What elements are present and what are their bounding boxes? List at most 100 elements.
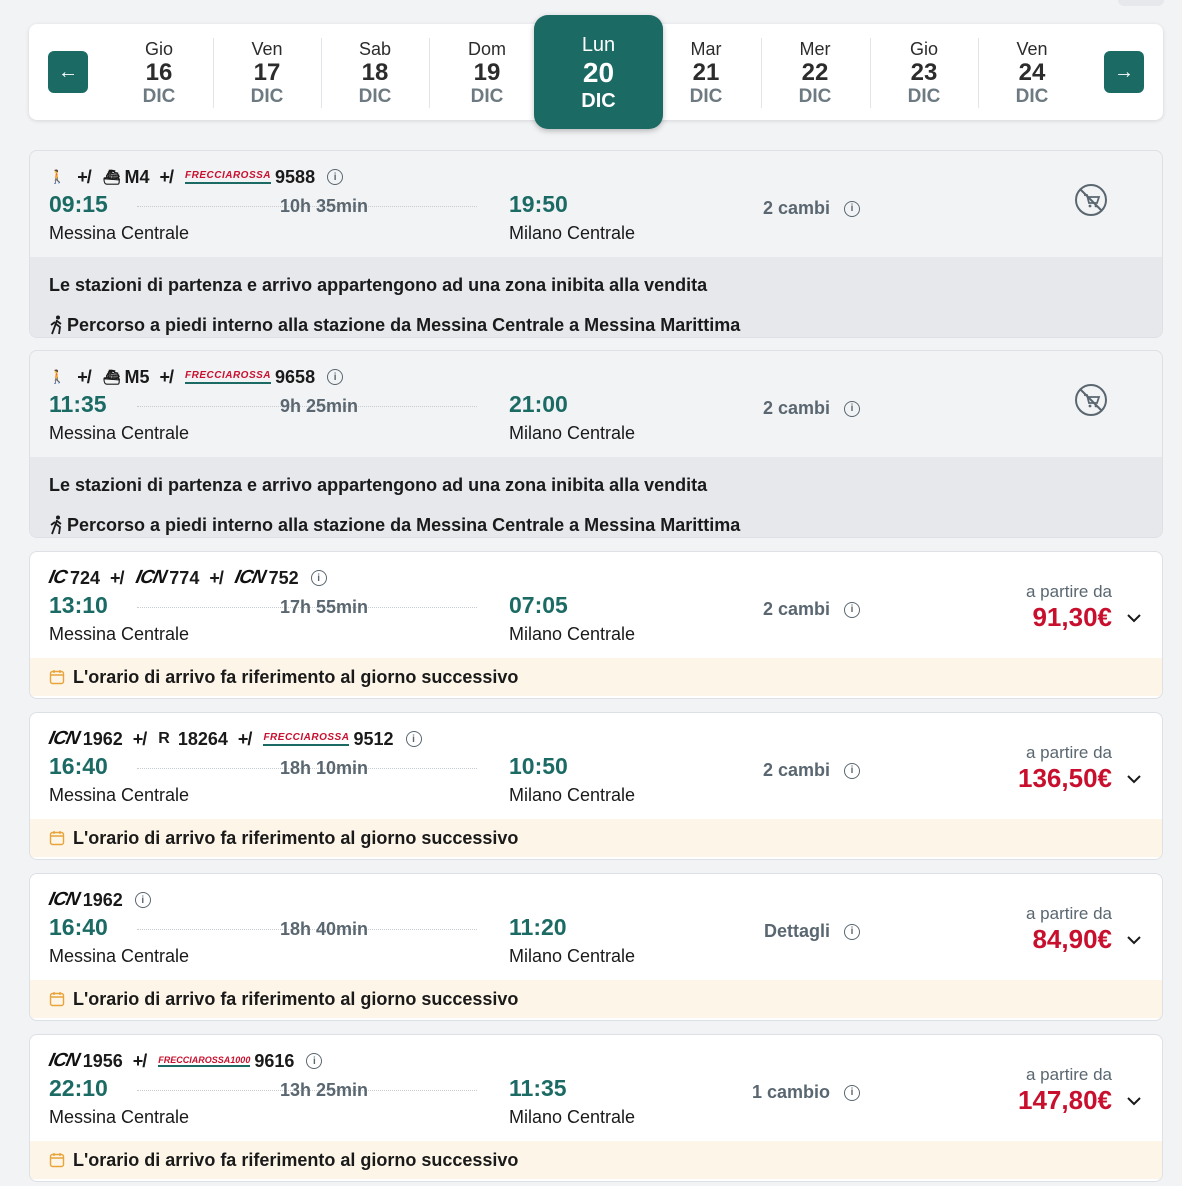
- price-box[interactable]: a partire da 91,30€: [1026, 582, 1142, 633]
- train-segments: 🚶 +/ ⛴ M4 +/ FRECCIAROSSA 9588 i: [49, 165, 344, 189]
- arrival-time: 19:50: [509, 191, 568, 217]
- top-scroll-stub: [1118, 0, 1164, 6]
- train-segments: ICN 1962 i: [46, 888, 151, 912]
- arrival-time: 11:35: [509, 1075, 567, 1101]
- intercity-notte-logo: ICN: [133, 567, 168, 588]
- changes-info[interactable]: 2 cambi i: [763, 760, 860, 781]
- price: 136,50€: [1018, 763, 1112, 793]
- info-icon[interactable]: i: [310, 570, 327, 586]
- info-icon[interactable]: i: [306, 1053, 323, 1069]
- info-icon[interactable]: i: [327, 169, 344, 185]
- train-segments: IC 724 +/ ICN 774 +/ ICN 752 i: [47, 566, 327, 590]
- intercity-notte-logo: ICN: [46, 889, 82, 910]
- solution-card[interactable]: ICN 1956 +/ FRECCIAROSSA1000 9616 i 22:1…: [29, 1034, 1163, 1182]
- price: 147,80€: [1018, 1085, 1112, 1115]
- departure-time: 13:10: [49, 592, 108, 618]
- date-divider: [429, 38, 430, 108]
- next-day-note: L'orario di arrivo fa riferimento al gio…: [30, 980, 1162, 1018]
- frecciarossa-logo: FRECCIAROSSA: [185, 170, 272, 184]
- sale-restriction-band: Le stazioni di partenza e arrivo apparte…: [30, 457, 1162, 537]
- chevron-down-icon[interactable]: [1126, 932, 1142, 948]
- frecciarossa-1000-logo: FRECCIAROSSA1000: [158, 1055, 251, 1067]
- departure-time: 16:40: [49, 914, 108, 940]
- calendar-icon: [49, 831, 65, 846]
- arrival-station: Milano Centrale: [509, 223, 636, 243]
- arrival-time: 21:00: [509, 391, 568, 417]
- info-icon: i: [844, 200, 860, 217]
- info-icon[interactable]: i: [327, 369, 344, 385]
- calendar-icon: [49, 1153, 65, 1168]
- arrival-station: Milano Centrale: [509, 946, 636, 966]
- walk-icon: 🚶: [49, 369, 66, 384]
- solution-card[interactable]: 🚶 +/ ⛴ M5 +/ FRECCIAROSSA 9658 i 11:35 9…: [29, 350, 1163, 538]
- intercity-notte-logo: ICN: [46, 1050, 82, 1071]
- date-item-19[interactable]: Dom 19 DIC: [433, 38, 541, 108]
- chevron-down-icon[interactable]: [1126, 610, 1142, 626]
- next-day-note: L'orario di arrivo fa riferimento al gio…: [30, 1141, 1162, 1179]
- walk-icon: [50, 315, 62, 335]
- changes-info[interactable]: 2 cambi i: [763, 599, 860, 620]
- prev-date-button[interactable]: ←: [48, 51, 88, 93]
- departure-time: 09:15: [49, 191, 108, 217]
- solution-card[interactable]: 🚶 +/ ⛴ M4 +/ FRECCIAROSSA 9588 i 09:15 1…: [29, 150, 1163, 338]
- info-icon: i: [844, 762, 860, 779]
- solution-card[interactable]: ICN 1962 +/ R 18264 +/ FRECCIAROSSA 9512…: [29, 712, 1163, 860]
- changes-info[interactable]: Dettagli i: [764, 921, 860, 942]
- info-icon: i: [844, 400, 860, 417]
- date-item-23[interactable]: Gio 23 DIC: [870, 38, 978, 108]
- info-icon[interactable]: i: [405, 731, 422, 747]
- no-purchase-icon: [1075, 384, 1107, 416]
- solution-card[interactable]: ICN 1962 i 16:40 18h 40min 11:20 Messina…: [29, 873, 1163, 1021]
- change-icon: +/: [237, 728, 252, 749]
- chevron-down-icon[interactable]: [1126, 1093, 1142, 1109]
- changes-info[interactable]: 1 cambio i: [752, 1082, 860, 1103]
- arrival-station: Milano Centrale: [509, 785, 636, 805]
- solution-card[interactable]: IC 724 +/ ICN 774 +/ ICN 752 i 13:10 17h…: [29, 551, 1163, 699]
- date-item-20-selected[interactable]: Lun 20 DIC: [534, 15, 663, 129]
- frecciarossa-logo: FRECCIAROSSA: [263, 732, 350, 746]
- ferry-icon: ⛴: [102, 368, 121, 385]
- intercity-notte-logo: ICN: [46, 728, 82, 749]
- departure-station: Messina Centrale: [49, 223, 190, 243]
- changes-info[interactable]: 2 cambi i: [763, 398, 860, 419]
- arrival-station: Milano Centrale: [509, 624, 636, 644]
- change-icon: +/: [159, 366, 174, 387]
- walk-note: Percorso a piedi interno alla stazione d…: [49, 305, 1143, 337]
- price-label: a partire da: [1026, 582, 1112, 601]
- walk-icon: 🚶: [49, 169, 66, 184]
- price-box[interactable]: a partire da 84,90€: [1026, 904, 1142, 955]
- date-item-21[interactable]: Mar 21 DIC: [652, 38, 760, 108]
- price-box[interactable]: a partire da 136,50€: [1018, 743, 1142, 794]
- chevron-down-icon[interactable]: [1126, 771, 1142, 787]
- calendar-icon: [49, 670, 65, 685]
- calendar-icon: [49, 992, 65, 1007]
- duration: 17h 55min: [280, 597, 369, 617]
- next-day-note: L'orario di arrivo fa riferimento al gio…: [30, 819, 1162, 857]
- price: 84,90€: [1032, 924, 1112, 954]
- arrow-left-icon: ←: [58, 60, 78, 83]
- changes-info[interactable]: 2 cambi i: [763, 198, 860, 219]
- next-day-note: L'orario di arrivo fa riferimento al gio…: [30, 658, 1162, 696]
- date-item-18[interactable]: Sab 18 DIC: [321, 38, 429, 108]
- arrow-right-icon: →: [1114, 60, 1134, 83]
- date-item-24[interactable]: Ven 24 DIC: [978, 38, 1086, 108]
- date-item-16[interactable]: Gio 16 DIC: [105, 38, 213, 108]
- arrival-station: Milano Centrale: [509, 423, 636, 443]
- next-date-button[interactable]: →: [1104, 51, 1144, 93]
- duration: 13h 25min: [280, 1080, 369, 1100]
- price-box[interactable]: a partire da 147,80€: [1018, 1065, 1142, 1116]
- info-icon[interactable]: i: [134, 892, 151, 908]
- duration: 18h 40min: [280, 919, 369, 939]
- duration: 18h 10min: [280, 758, 369, 778]
- departure-time: 16:40: [49, 753, 108, 779]
- train-segments: ICN 1962 +/ R 18264 +/ FRECCIAROSSA 9512…: [46, 727, 422, 751]
- date-item-22[interactable]: Mer 22 DIC: [761, 38, 869, 108]
- train-segments: ICN 1956 +/ FRECCIAROSSA1000 9616 i: [46, 1049, 323, 1073]
- date-item-17[interactable]: Ven 17 DIC: [213, 38, 321, 108]
- regionale-logo: R: [158, 730, 170, 747]
- price-label: a partire da: [1026, 743, 1112, 762]
- departure-station: Messina Centrale: [49, 946, 190, 966]
- departure-time: 11:35: [49, 391, 107, 417]
- frecciarossa-logo: FRECCIAROSSA: [185, 370, 272, 384]
- info-icon: i: [844, 1084, 860, 1101]
